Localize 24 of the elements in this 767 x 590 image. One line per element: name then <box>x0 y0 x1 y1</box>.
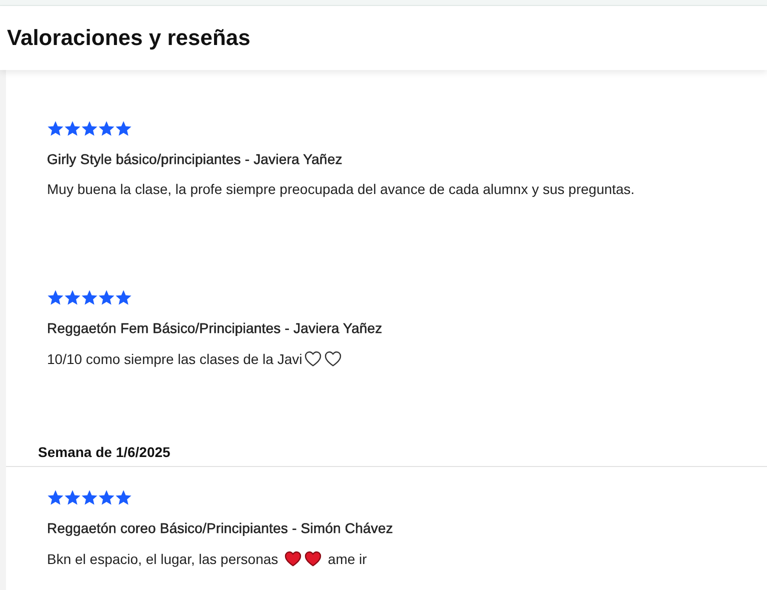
star-icon <box>81 120 98 136</box>
star-icon <box>98 488 115 506</box>
star-icon <box>64 120 81 136</box>
review-title: Reggaetón coreo Básico/Principiantes - Simón Chávez <box>47 520 394 536</box>
review-text: ame ir <box>326 550 367 566</box>
star-icon <box>64 488 81 506</box>
star-icon <box>47 488 64 506</box>
review-text: Muy buena la clase, la profe siempre preocupada del avance de cada alumnx y sus preguntas. <box>47 181 635 197</box>
star-icon <box>115 120 132 136</box>
star-icon <box>115 488 132 506</box>
review-text: Bkn el espacio, el lugar, las personas <box>47 550 280 566</box>
star-icon <box>98 120 115 136</box>
star-icon <box>98 288 115 306</box>
star-icon <box>64 288 81 306</box>
star-icon <box>81 288 98 306</box>
page-title: Valoraciones y reseñas <box>7 25 250 51</box>
review-title: Reggaetón Fem Básico/Principiantes - Javiera Yañez <box>47 320 384 336</box>
week-heading: Semana de 1/6/2025 <box>37 444 172 460</box>
review-text: 10/10 como siempre las clases de la Javi <box>47 350 302 366</box>
star-icon <box>115 288 132 306</box>
star-icon <box>81 488 98 506</box>
star-icon <box>47 288 64 306</box>
star-icon <box>47 120 64 136</box>
review-title: Girly Style básico/principiantes - Javiera Yañez <box>47 151 344 167</box>
